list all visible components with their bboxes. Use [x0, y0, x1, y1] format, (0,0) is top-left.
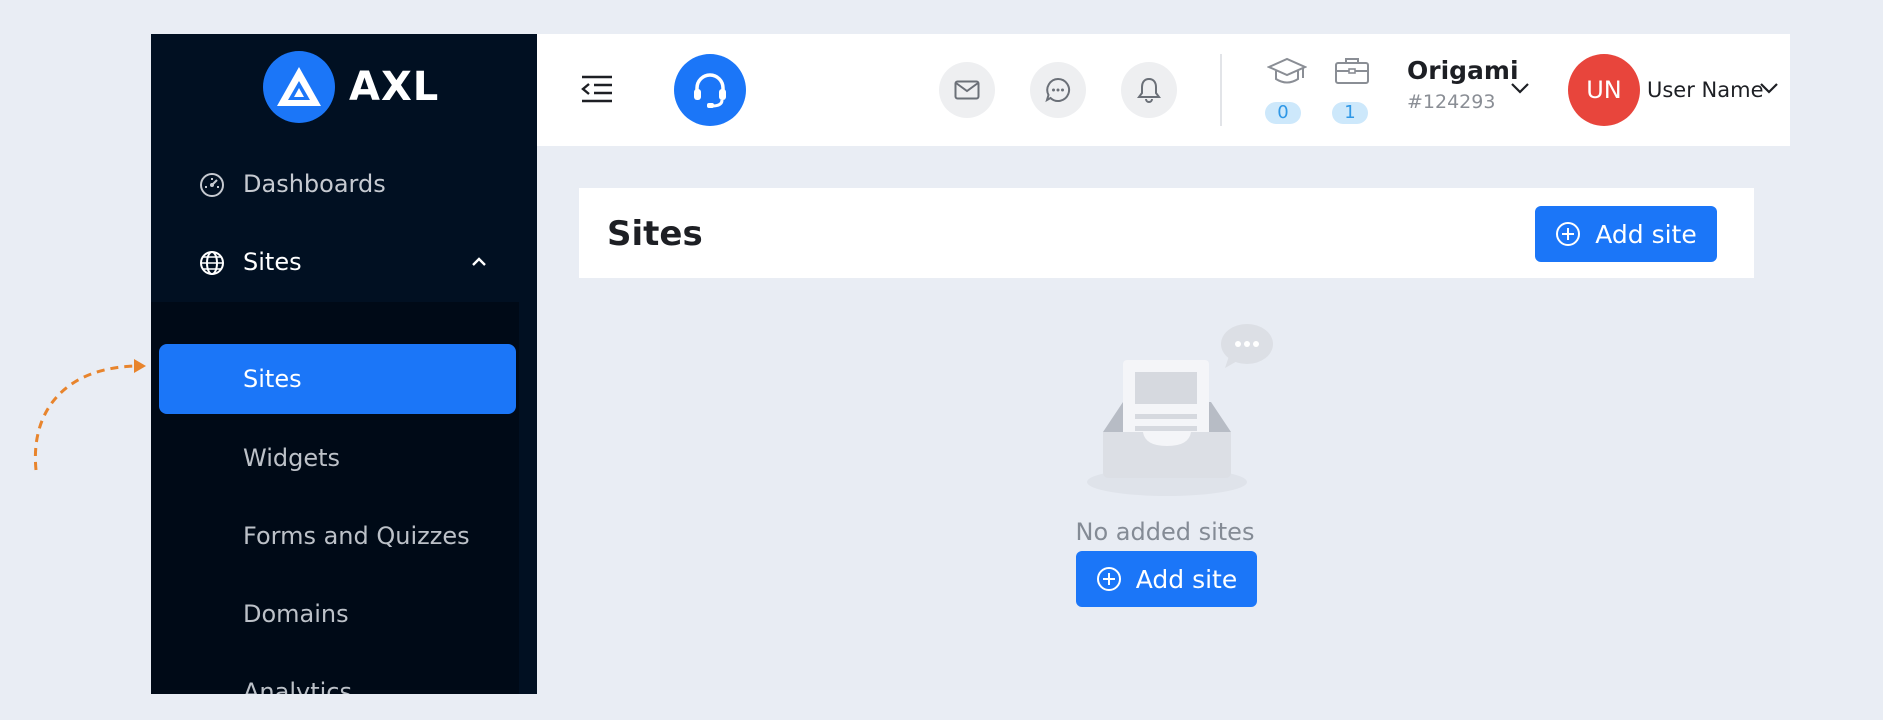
chat-icon: [1045, 77, 1070, 103]
submenu-item-forms-and-quizzes[interactable]: Forms and Quizzes: [151, 501, 519, 571]
projects-counter[interactable]: 1: [1332, 56, 1372, 128]
empty-add-site-button[interactable]: Add site: [1076, 551, 1257, 607]
organization-id: #124293: [1407, 91, 1496, 113]
bell-icon: [1137, 77, 1161, 103]
annotation-arrow: [33, 359, 146, 471]
globe-icon: [200, 251, 224, 275]
chevron-down-icon[interactable]: [1759, 81, 1779, 95]
sidebar-item-label: Dashboards: [243, 170, 386, 198]
submenu-item-domains[interactable]: Domains: [151, 579, 519, 649]
sidebar-item-label: Sites: [243, 248, 302, 276]
support-button[interactable]: [674, 54, 746, 126]
courses-counter[interactable]: 0: [1265, 56, 1307, 128]
add-site-label: Add site: [1595, 219, 1697, 249]
empty-state-text: No added sites: [1075, 518, 1255, 546]
top-header: 0 1 Origami #124293 UN User Name: [537, 34, 1790, 146]
empty-inbox-illustration: [1087, 324, 1273, 496]
graduation-cap-icon: [1267, 57, 1307, 84]
avatar[interactable]: UN: [1568, 54, 1640, 126]
submenu-item-sites[interactable]: Sites: [159, 344, 516, 414]
sites-submenu: Sites Widgets Forms and Quizzes Domains …: [151, 302, 519, 694]
projects-count-badge: 1: [1332, 102, 1368, 124]
add-site-button[interactable]: Add site: [1535, 206, 1717, 262]
briefcase-icon: [1335, 58, 1369, 84]
sidebar-item-sites[interactable]: Sites: [151, 227, 537, 297]
logo-icon: [263, 51, 335, 123]
add-site-label: Add site: [1135, 564, 1238, 594]
collapse-menu-icon[interactable]: [580, 74, 614, 104]
logo[interactable]: AXL: [263, 51, 439, 123]
page-header-card: Sites Add site: [579, 188, 1754, 278]
submenu-item-label: Widgets: [243, 444, 341, 472]
plus-circle-icon: [1556, 222, 1581, 246]
sidebar-item-dashboards[interactable]: Dashboards: [151, 149, 537, 219]
page-title: Sites: [607, 214, 703, 254]
notifications-button[interactable]: [1121, 62, 1177, 118]
organization-name: Origami: [1407, 56, 1519, 85]
chat-button[interactable]: [1030, 62, 1086, 118]
submenu-item-label: Sites: [243, 365, 302, 393]
chevron-down-icon[interactable]: [1510, 81, 1530, 95]
submenu-item-label: Analytics: [243, 678, 352, 694]
mail-icon: [954, 80, 980, 100]
brand-name: AXL: [349, 64, 440, 110]
plus-circle-icon: [1096, 567, 1121, 591]
chevron-up-icon: [472, 257, 486, 266]
submenu-item-widgets[interactable]: Widgets: [151, 423, 519, 493]
user-name[interactable]: User Name: [1647, 78, 1764, 102]
courses-count-badge: 0: [1265, 102, 1301, 124]
submenu-item-label: Forms and Quizzes: [243, 522, 470, 550]
mail-button[interactable]: [939, 62, 995, 118]
submenu-item-label: Domains: [243, 600, 349, 628]
headset-icon: [694, 73, 726, 108]
sidebar: AXL Dashboards Sites Sites Widgets Forms…: [151, 34, 537, 694]
submenu-item-analytics[interactable]: Analytics: [151, 657, 519, 694]
organization-switcher[interactable]: Origami #124293: [1407, 56, 1519, 113]
speedometer-icon: [200, 173, 224, 197]
header-divider: [1220, 54, 1222, 126]
